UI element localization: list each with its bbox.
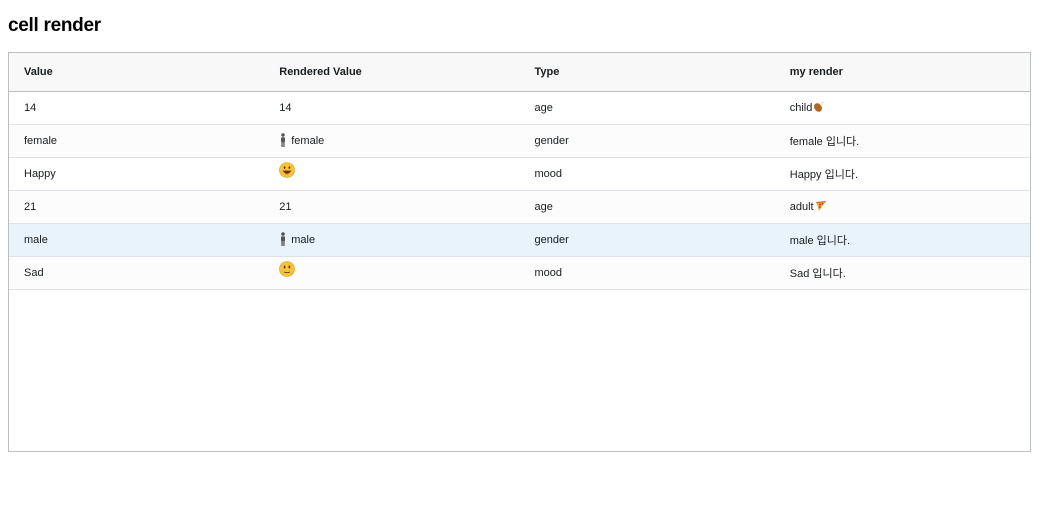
- rendered-value-text: female: [291, 135, 325, 147]
- pizza-icon: [815, 201, 826, 211]
- cell-type[interactable]: age: [520, 201, 775, 213]
- table-row[interactable]: 21 21 age adult: [9, 191, 1030, 224]
- cell-my-render[interactable]: child: [775, 101, 1030, 114]
- table-row[interactable]: female female gender female 입니다.: [9, 125, 1030, 158]
- rendered-value-text: male: [291, 234, 316, 246]
- cell-type[interactable]: mood: [520, 168, 775, 180]
- neutral-face-icon: [279, 261, 296, 277]
- cell-rendered-value[interactable]: [264, 261, 519, 281]
- happy-face-icon: [279, 162, 296, 178]
- cell-rendered-value[interactable]: female: [264, 133, 519, 148]
- cell-type[interactable]: mood: [520, 267, 775, 279]
- column-header-my-render[interactable]: my render: [775, 66, 1030, 78]
- cell-my-render[interactable]: adult: [775, 201, 1030, 213]
- rendered-value-text: 14: [279, 102, 292, 114]
- cell-rendered-value[interactable]: [264, 162, 519, 182]
- cell-type[interactable]: gender: [520, 135, 775, 147]
- my-render-text: adult: [789, 201, 814, 213]
- cell-rendered-value[interactable]: 14: [264, 102, 519, 114]
- data-grid: Value Rendered Value Type my render 14 1…: [8, 52, 1031, 452]
- cell-value[interactable]: female: [9, 135, 264, 147]
- my-render-text: Sad 입니다.: [789, 268, 846, 280]
- table-row[interactable]: Happy mood Happy 입니다.: [9, 158, 1030, 191]
- page-title: cell render: [8, 15, 101, 36]
- column-header-rendered-value[interactable]: Rendered Value: [264, 66, 519, 78]
- cell-value[interactable]: Sad: [9, 267, 264, 279]
- cell-type[interactable]: gender: [520, 234, 775, 246]
- cell-my-render[interactable]: male 입니다.: [775, 232, 1030, 248]
- table-row[interactable]: 14 14 age child: [9, 92, 1030, 125]
- grid-header-row: Value Rendered Value Type my render: [9, 53, 1030, 92]
- table-row[interactable]: male male gender male 입니다.: [9, 224, 1030, 257]
- person-icon: [281, 232, 286, 246]
- cell-type[interactable]: age: [520, 102, 775, 114]
- table-row[interactable]: Sad mood Sad 입니다.: [9, 257, 1030, 290]
- cell-value[interactable]: 21: [9, 201, 264, 213]
- drumstick-icon: [814, 101, 825, 112]
- cell-rendered-value[interactable]: 21: [264, 201, 519, 213]
- column-header-value[interactable]: Value: [9, 66, 264, 78]
- rendered-value-text: 21: [279, 201, 292, 213]
- my-render-text: male 입니다.: [789, 235, 851, 247]
- cell-my-render[interactable]: Sad 입니다.: [775, 265, 1030, 281]
- cell-my-render[interactable]: female 입니다.: [775, 133, 1030, 149]
- person-icon: [281, 133, 286, 147]
- cell-my-render[interactable]: Happy 입니다.: [775, 166, 1030, 182]
- column-header-type[interactable]: Type: [520, 66, 775, 78]
- my-render-text: child: [789, 102, 813, 114]
- cell-value[interactable]: 14: [9, 102, 264, 114]
- cell-rendered-value[interactable]: male: [264, 232, 519, 247]
- cell-value[interactable]: Happy: [9, 168, 264, 180]
- cell-value[interactable]: male: [9, 234, 264, 246]
- my-render-text: female 입니다.: [789, 136, 860, 148]
- my-render-text: Happy 입니다.: [789, 169, 859, 181]
